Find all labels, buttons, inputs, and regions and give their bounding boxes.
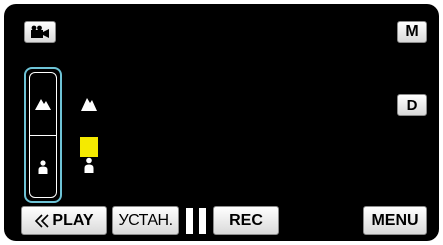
level-near-icon <box>76 157 102 177</box>
manual-mode-button[interactable]: M <box>397 21 427 43</box>
manual-mode-label: M <box>405 23 419 40</box>
focus-level-indicator <box>76 97 102 179</box>
video-mode-button[interactable] <box>24 21 56 43</box>
play-label: PLAY <box>52 211 94 229</box>
display-button[interactable]: D <box>397 94 427 116</box>
focus-slider[interactable] <box>24 67 62 203</box>
movie-camera-icon <box>31 25 49 38</box>
person-icon <box>38 159 48 174</box>
pause-bar-right <box>199 208 206 234</box>
mountain-icon <box>35 99 51 110</box>
camera-screen: M D PLAY УСТАН. REC MENU <box>4 4 439 241</box>
double-chevron-left-icon <box>35 213 49 228</box>
focus-slider-track[interactable] <box>29 72 57 198</box>
menu-button[interactable]: MENU <box>363 206 427 235</box>
play-button[interactable]: PLAY <box>21 206 107 235</box>
rec-button[interactable]: REC <box>213 206 279 235</box>
person-icon <box>84 157 94 173</box>
level-far-icon <box>76 97 102 115</box>
pause-bar-left <box>186 208 193 234</box>
level-bar-fill <box>80 137 98 157</box>
focus-far-button[interactable] <box>30 73 56 135</box>
bottom-bar: PLAY УСТАН. REC MENU <box>4 206 439 236</box>
rec-label: REC <box>229 211 263 229</box>
menu-label: MENU <box>371 211 419 229</box>
setup-label: УСТАН. <box>118 211 173 229</box>
display-label: D <box>406 96 418 114</box>
focus-near-button[interactable] <box>30 135 56 197</box>
level-bar-track <box>80 117 98 157</box>
setup-button[interactable]: УСТАН. <box>112 206 179 235</box>
pause-icon <box>186 208 208 234</box>
mountain-icon <box>81 98 97 111</box>
